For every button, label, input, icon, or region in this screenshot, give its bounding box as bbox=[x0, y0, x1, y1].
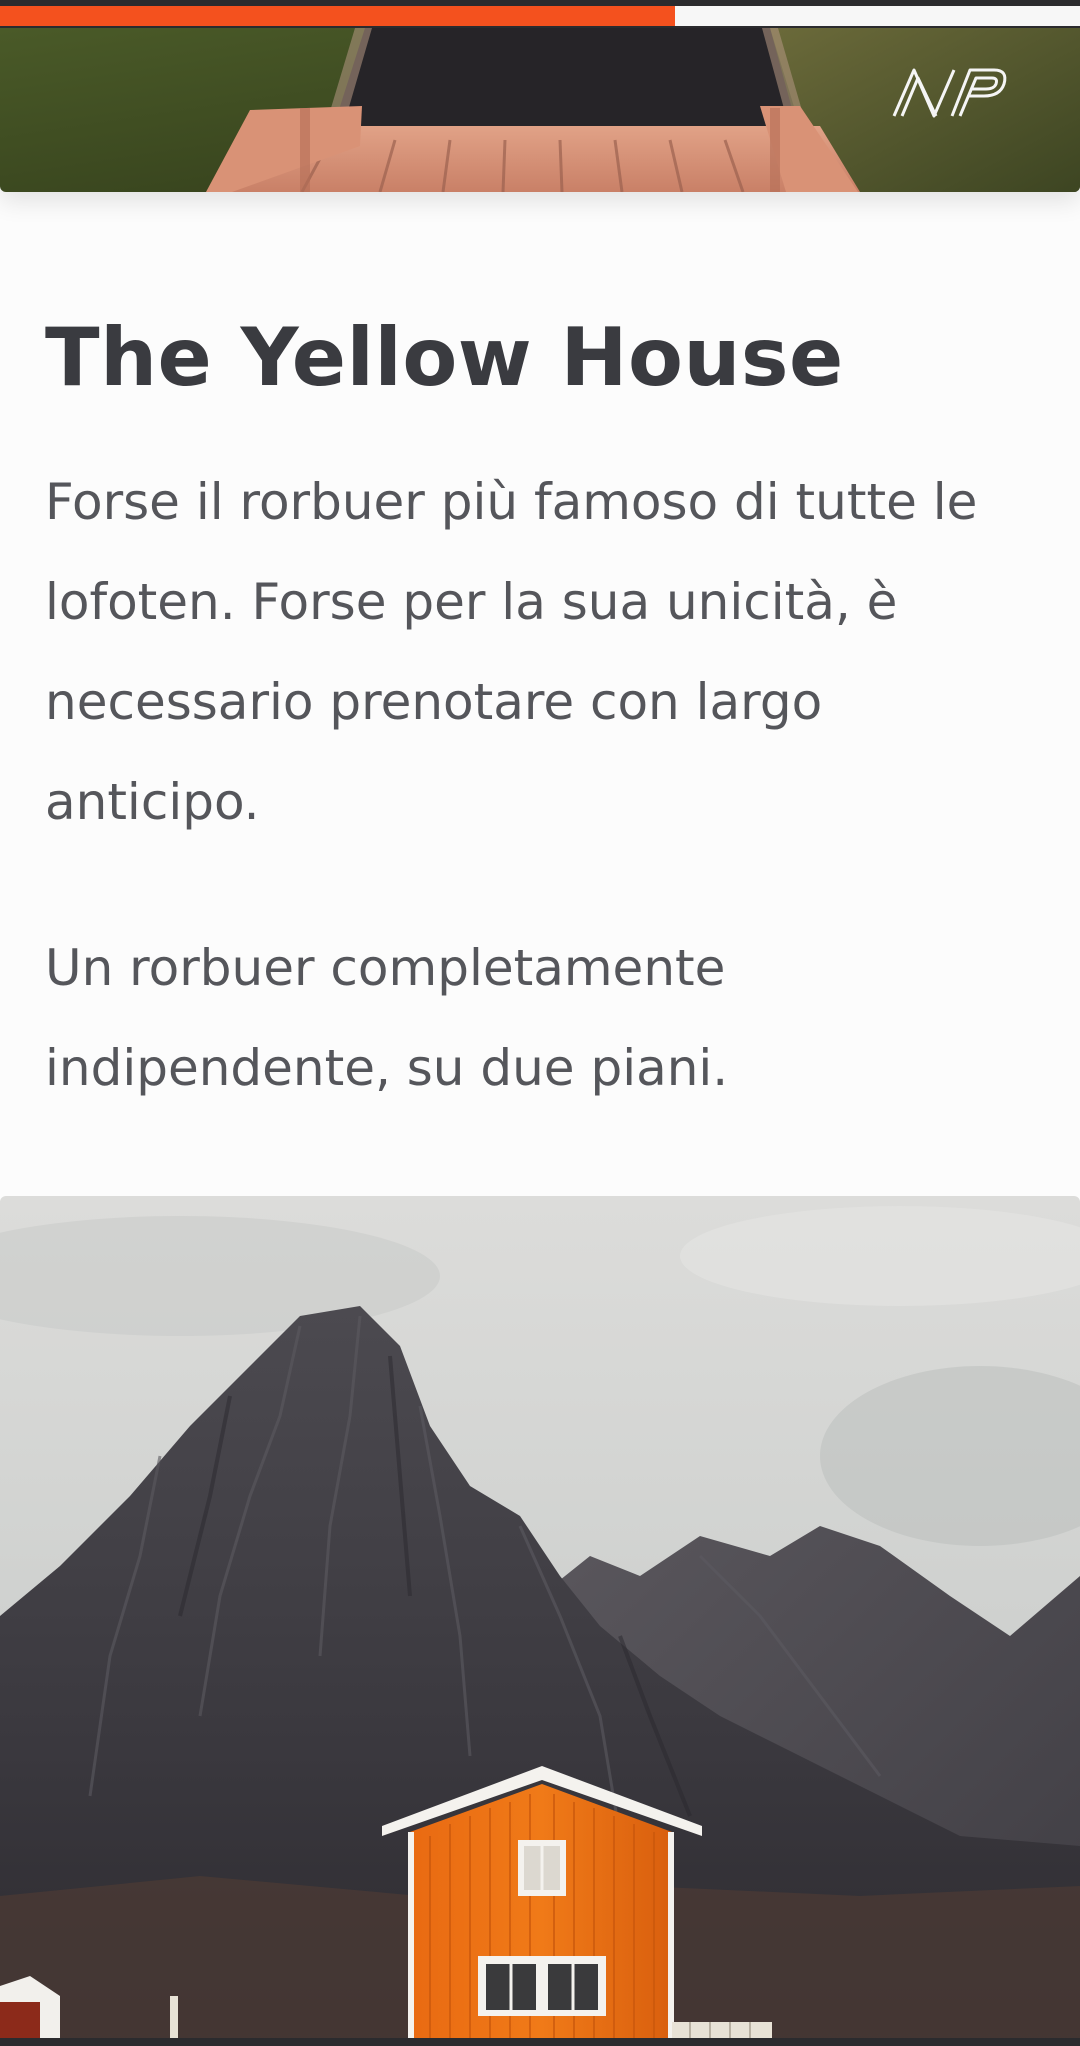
progress-track bbox=[0, 6, 1080, 26]
article-paragraph-1: Forse il rorbuer più famoso di tutte le … bbox=[45, 473, 978, 831]
mountain-house-image bbox=[0, 1196, 1080, 2046]
np-logo[interactable] bbox=[890, 64, 1008, 120]
article-title: The Yellow House bbox=[45, 311, 844, 404]
article-content: The Yellow House Forse il rorbuer più fa… bbox=[45, 192, 1035, 1118]
reading-progress-bar bbox=[0, 0, 1080, 28]
progress-fill bbox=[0, 6, 675, 26]
article-paragraph-2: Un rorbuer completamente indipendente, s… bbox=[45, 939, 729, 1097]
